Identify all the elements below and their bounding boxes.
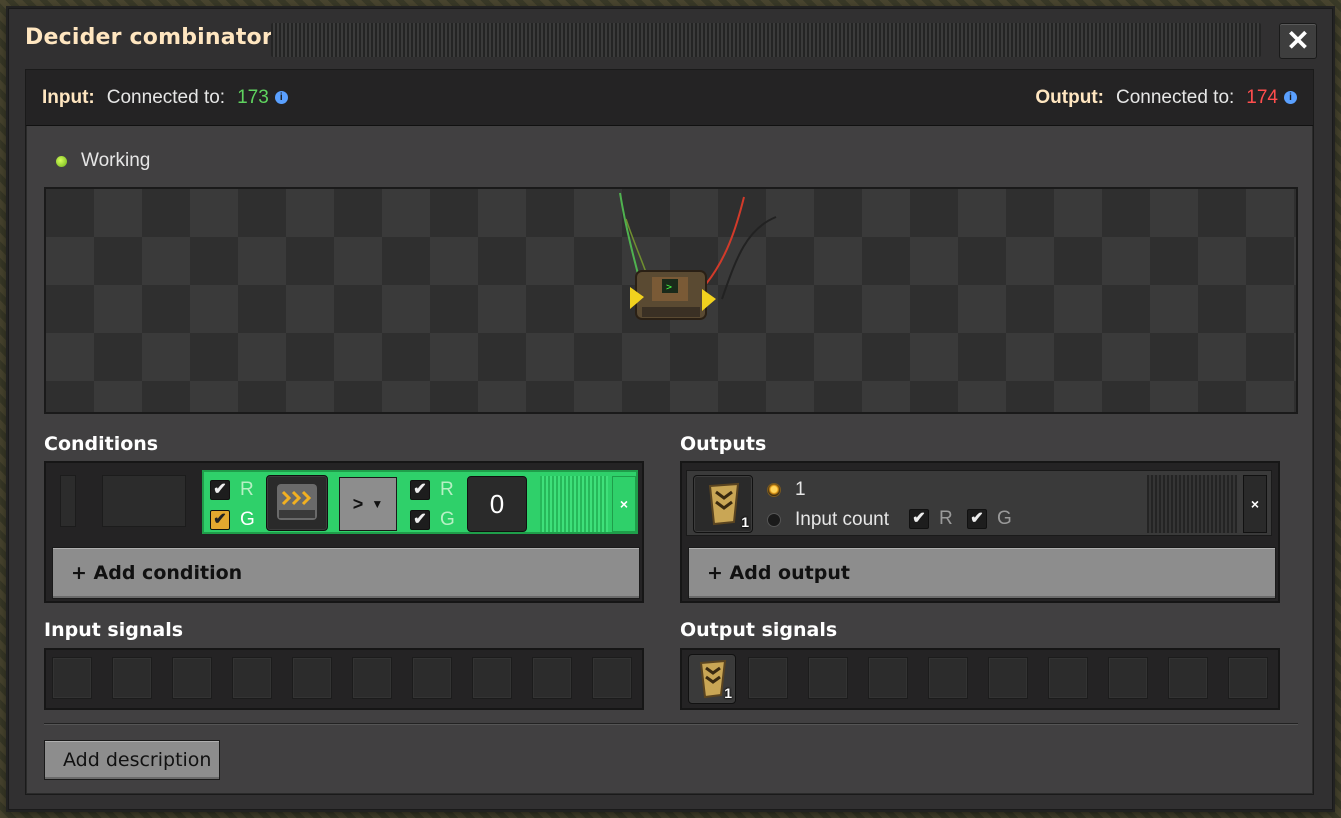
- transport-belt-signal-icon: [277, 484, 317, 520]
- close-button[interactable]: ✕: [1279, 23, 1317, 59]
- condition-signal-slot[interactable]: [266, 475, 328, 531]
- right-green-label: G: [440, 509, 455, 530]
- output-label: Output:: [1035, 86, 1104, 108]
- input-label: Input:: [42, 86, 95, 108]
- footer-divider: [44, 723, 1298, 725]
- entity-preview[interactable]: >: [44, 187, 1298, 414]
- output-signal-slot: [988, 657, 1028, 699]
- drag-handle[interactable]: [271, 23, 1261, 57]
- output-signal-slot: [1168, 657, 1208, 699]
- input-signals-title: Input signals: [44, 619, 184, 641]
- outputs-panel: 1 1 Input count ✔ R ✔ G × + Add output: [680, 461, 1280, 603]
- output-signal-item-count: 1: [724, 685, 732, 701]
- titlebar[interactable]: Decider combinator ✕: [9, 9, 1332, 69]
- output-signal-slot: [748, 657, 788, 699]
- condition-row: ✔ R ✔ G > ▼ ✔ R ✔ G 0 ×: [202, 470, 638, 534]
- left-green-label: G: [240, 509, 255, 530]
- output-signal-slot: [1048, 657, 1088, 699]
- output-constant-label: 1: [795, 479, 806, 500]
- constant-value-slot[interactable]: 0: [467, 476, 527, 532]
- constant-value: 0: [489, 488, 505, 519]
- input-signal-slot: [232, 657, 272, 699]
- left-green-wire-checkbox[interactable]: ✔: [210, 510, 230, 530]
- svg-text:>: >: [666, 282, 672, 293]
- combinator-sprite: >: [619, 192, 777, 320]
- input-signal-slot: [52, 657, 92, 699]
- input-info-icon[interactable]: i: [274, 91, 288, 104]
- input-connected-text: Connected to:: [106, 86, 226, 108]
- condition-drag-grip[interactable]: [540, 476, 608, 532]
- conditions-panel: ✔ R ✔ G > ▼ ✔ R ✔ G 0 × + Add condition: [44, 461, 644, 603]
- output-signal-slot[interactable]: 1: [693, 475, 753, 533]
- status-indicator: Working: [56, 150, 150, 172]
- input-signal-slot: [412, 657, 452, 699]
- output-signal-slot: [1108, 657, 1148, 699]
- output-signals-panel: 1: [680, 648, 1280, 710]
- output-signal-item[interactable]: 1: [688, 654, 736, 704]
- input-network-id: 173: [237, 86, 269, 108]
- output-drag-grip[interactable]: [1147, 475, 1237, 533]
- output-input-count-radio[interactable]: [767, 513, 781, 527]
- remove-condition-button[interactable]: ×: [612, 476, 636, 532]
- output-red-wire-checkbox[interactable]: ✔: [909, 509, 929, 529]
- output-row: 1 1 Input count ✔ R ✔ G ×: [686, 470, 1272, 536]
- conditions-title: Conditions: [44, 433, 159, 455]
- input-signals-panel: [44, 648, 644, 710]
- output-constant-radio[interactable]: [767, 483, 781, 497]
- window-title: Decider combinator: [25, 25, 273, 50]
- input-signal-slot: [172, 657, 212, 699]
- remove-icon: ×: [1250, 496, 1260, 512]
- right-green-wire-checkbox[interactable]: ✔: [410, 510, 430, 530]
- output-signal-slot: [928, 657, 968, 699]
- input-signal-slot: [532, 657, 572, 699]
- output-network-id: 174: [1246, 86, 1278, 108]
- output-green-label: G: [997, 508, 1012, 529]
- output-red-label: R: [939, 508, 953, 529]
- input-signal-slot: [292, 657, 332, 699]
- output-info-icon[interactable]: i: [1284, 91, 1297, 104]
- right-red-wire-checkbox[interactable]: ✔: [410, 480, 430, 500]
- input-signal-slot: [472, 657, 512, 699]
- add-output-button[interactable]: + Add output: [688, 547, 1276, 599]
- output-signal-count: 1: [741, 514, 749, 530]
- remove-output-button[interactable]: ×: [1243, 475, 1267, 533]
- status-dot-icon: [56, 155, 67, 167]
- left-red-wire-checkbox[interactable]: ✔: [210, 480, 230, 500]
- output-signals-title: Output signals: [680, 619, 838, 641]
- input-signal-slot: [592, 657, 632, 699]
- add-condition-button[interactable]: + Add condition: [52, 547, 640, 599]
- output-signal-slot: [868, 657, 908, 699]
- add-description-button[interactable]: Add description: [44, 740, 220, 780]
- left-red-label: R: [240, 479, 254, 500]
- close-icon: ✕: [1286, 25, 1310, 56]
- input-signal-slot: [352, 657, 392, 699]
- remove-icon: ×: [619, 496, 629, 512]
- output-signal-slot: [808, 657, 848, 699]
- output-connected-text: Connected to:: [1115, 86, 1235, 108]
- right-red-label: R: [440, 479, 454, 500]
- output-green-wire-checkbox[interactable]: ✔: [967, 509, 987, 529]
- condition-drag-handle[interactable]: [60, 475, 76, 527]
- connection-bar: Input: Connected to: 173 i Output: Conne…: [26, 70, 1313, 126]
- status-text: Working: [81, 150, 151, 171]
- comparator-value: >: [352, 493, 364, 514]
- comparator-dropdown[interactable]: > ▼: [339, 477, 397, 531]
- outputs-title: Outputs: [680, 433, 767, 455]
- condition-connector-slot[interactable]: [102, 475, 186, 527]
- content-panel: Input: Connected to: 173 i Output: Conne…: [25, 69, 1314, 795]
- decider-combinator-window: Decider combinator ✕ Input: Connected to…: [8, 8, 1333, 810]
- input-signal-slot: [112, 657, 152, 699]
- chevron-down-icon: ▼: [371, 497, 384, 511]
- output-input-count-label: Input count: [795, 509, 890, 530]
- output-signal-slot: [1228, 657, 1268, 699]
